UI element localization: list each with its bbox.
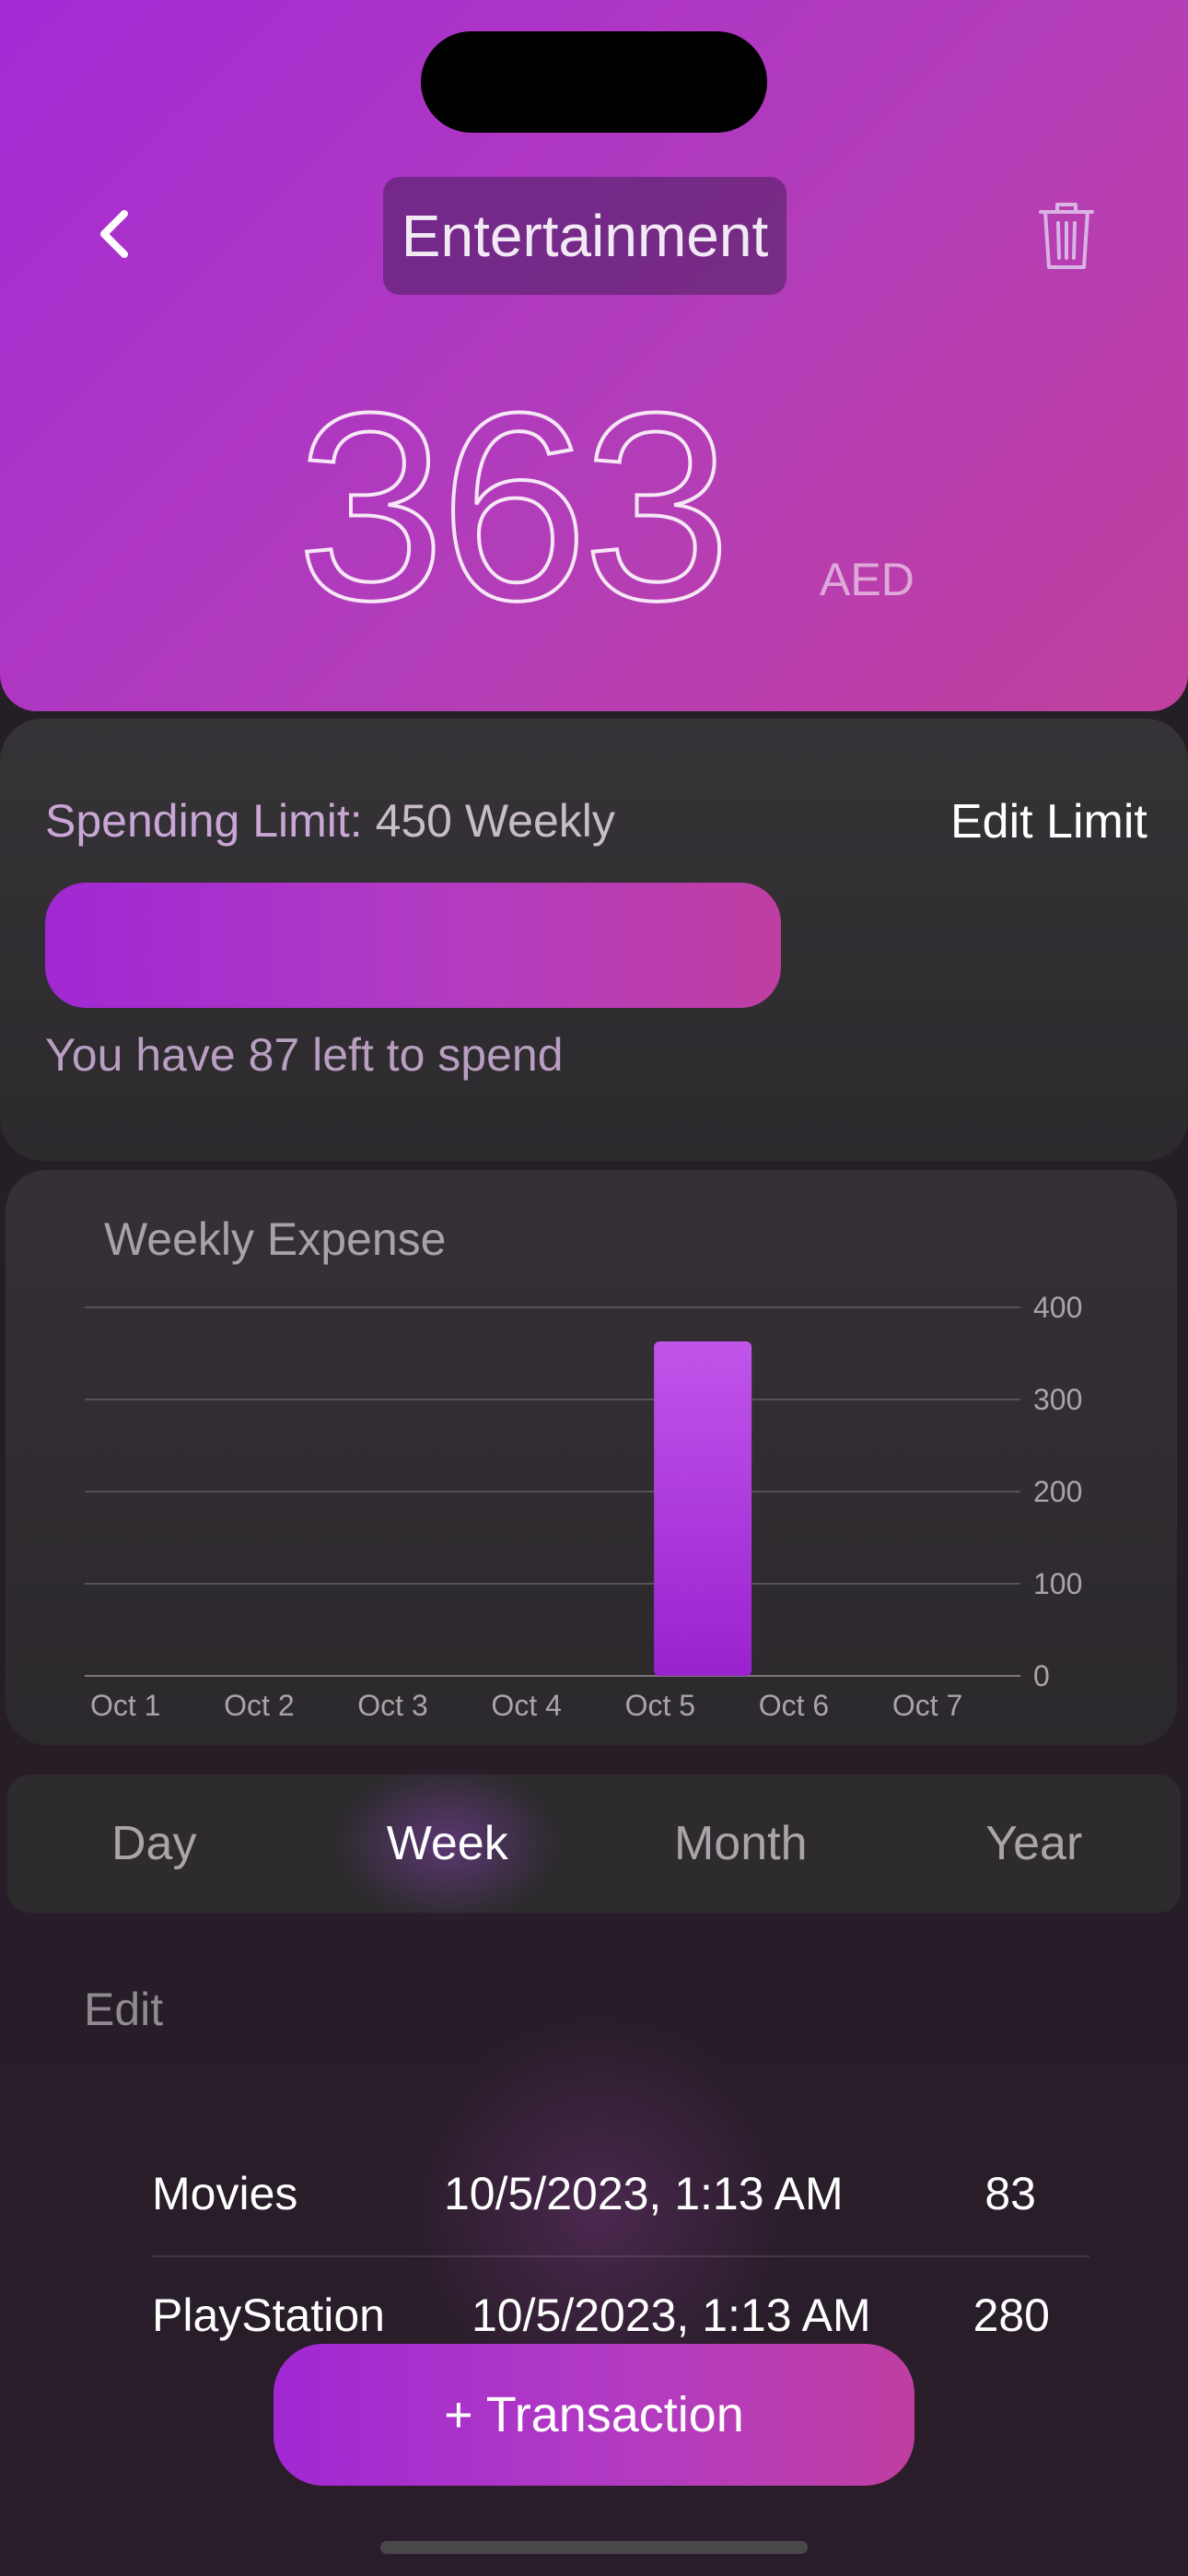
tab-week[interactable]: Week	[301, 1774, 595, 1913]
y-tick-label: 400	[1033, 1291, 1082, 1324]
edit-transactions-button[interactable]: Edit	[84, 1983, 163, 2036]
add-transaction-button[interactable]: + Transaction	[274, 2344, 914, 2486]
period-selector: Day Week Month Year	[7, 1774, 1181, 1913]
x-tick-label: Oct 4	[491, 1689, 561, 1722]
home-indicator	[380, 2541, 808, 2554]
x-tick-label: Oct 1	[90, 1689, 160, 1722]
add-transaction-label: + Transaction	[444, 2387, 744, 2442]
transaction-name: Movies	[152, 2168, 298, 2219]
x-tick-label: Oct 6	[759, 1689, 829, 1722]
weekly-expense-chart: 400 300 200 100 0 Oct 1 Oct 2 Oct 3 Oct 4 Oct 5 Oc…	[85, 1291, 1082, 1722]
tab-label: Year	[985, 1817, 1083, 1870]
y-tick-label: 100	[1033, 1567, 1082, 1600]
y-tick-label: 300	[1033, 1383, 1082, 1416]
transaction-date: 10/5/2023, 1:13 AM	[472, 2289, 871, 2341]
row-divider	[152, 2255, 1089, 2257]
transaction-date: 10/5/2023, 1:13 AM	[444, 2168, 844, 2219]
tab-label: Week	[386, 1817, 508, 1870]
x-tick-label: Oct 5	[625, 1689, 695, 1722]
transaction-amount: 280	[973, 2289, 1050, 2341]
x-tick-label: Oct 7	[892, 1689, 962, 1722]
tab-month[interactable]: Month	[594, 1774, 888, 1913]
tab-label: Day	[111, 1817, 197, 1870]
transaction-row[interactable]: Movies 10/5/2023, 1:13 AM 83	[152, 2143, 1091, 2254]
y-tick-label: 0	[1033, 1659, 1050, 1692]
tab-label: Month	[673, 1817, 808, 1870]
tab-year[interactable]: Year	[888, 1774, 1182, 1913]
screen: Entertainment 363 AED Spending Limit: 45…	[0, 0, 1188, 2576]
bar	[654, 1341, 752, 1676]
x-tick-label: Oct 3	[357, 1689, 427, 1722]
y-tick-label: 200	[1033, 1475, 1082, 1508]
transaction-name: PlayStation	[152, 2289, 385, 2341]
x-tick-label: Oct 2	[224, 1689, 294, 1722]
transaction-amount: 83	[984, 2168, 1036, 2219]
tab-day[interactable]: Day	[7, 1774, 301, 1913]
